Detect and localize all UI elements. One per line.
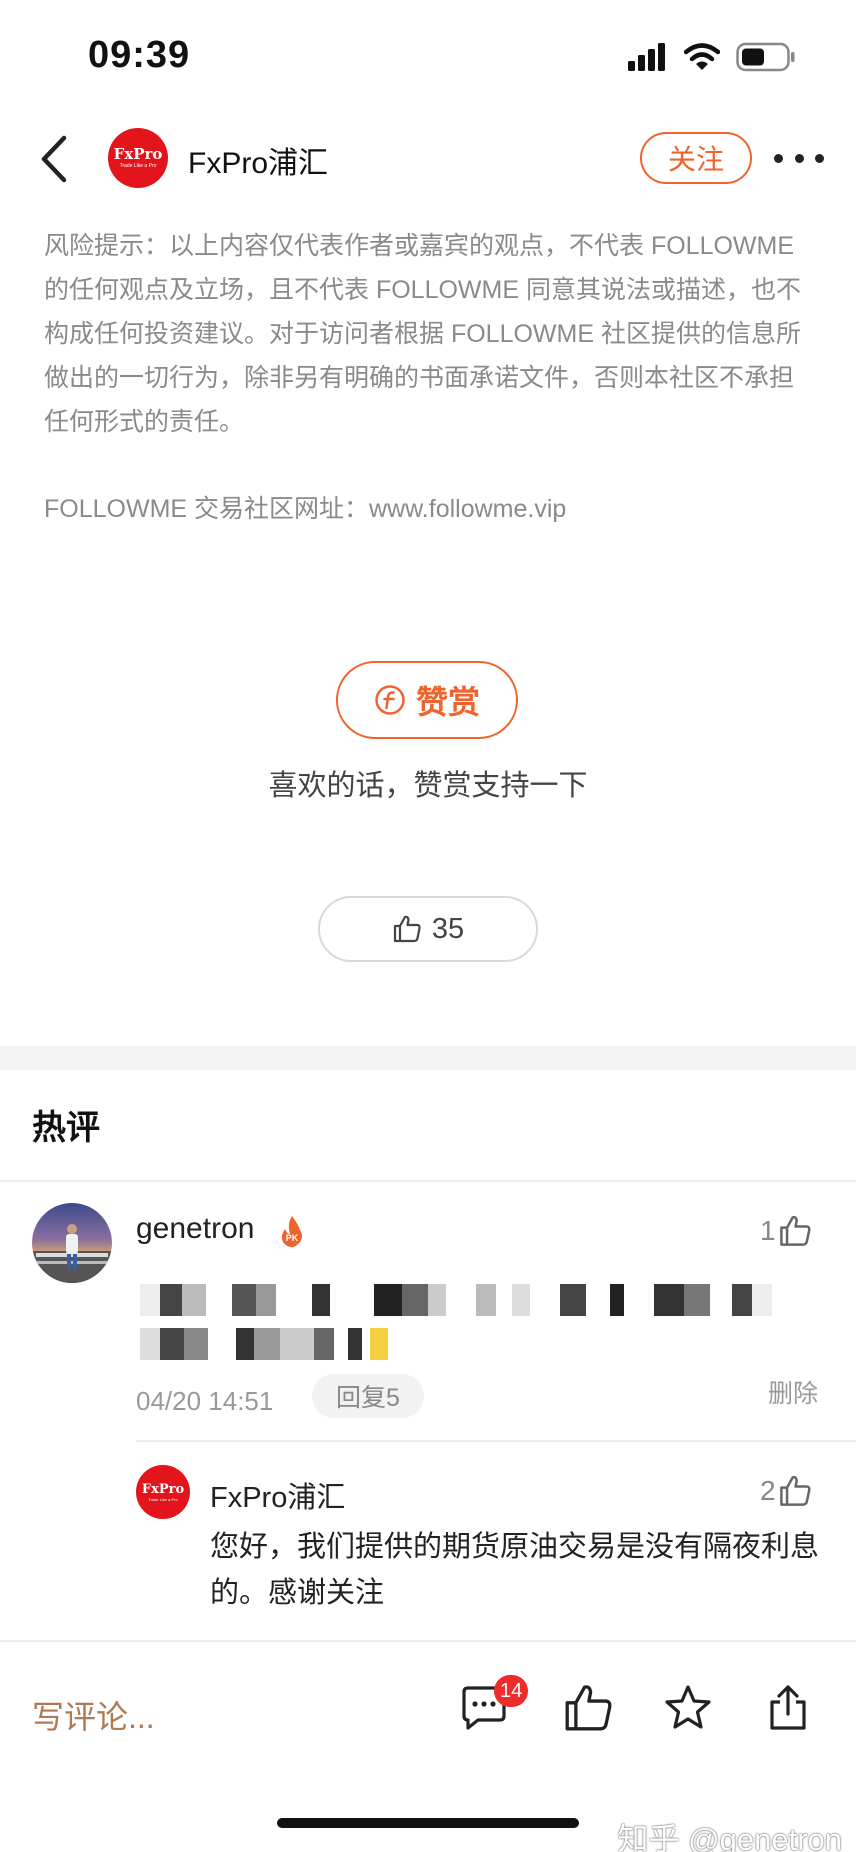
- back-button[interactable]: [36, 134, 76, 184]
- delete-button[interactable]: 删除: [768, 1374, 818, 1410]
- share-icon[interactable]: [762, 1682, 814, 1734]
- status-time: 09:39: [88, 34, 191, 76]
- reward-button[interactable]: 赞赏: [336, 661, 518, 739]
- reward-label: 赞赏: [415, 684, 480, 720]
- svg-text:PK: PK: [286, 1233, 299, 1243]
- comment-like-count: 1: [760, 1215, 776, 1246]
- more-icon: [774, 153, 783, 163]
- bottom-action-bar: 写评论... 14: [0, 1640, 856, 1780]
- author-logo-tagline: Trade Like a Pro: [119, 163, 157, 169]
- author-avatar[interactable]: FxPro Trade Like a Pro: [108, 128, 168, 188]
- thread-divider: [136, 1440, 856, 1442]
- commenter-name[interactable]: genetron: [136, 1212, 254, 1246]
- thumb-up-icon: [393, 915, 421, 943]
- hot-comments-title: 热评: [32, 1109, 100, 1147]
- comment-text-pixelated: [140, 1284, 772, 1316]
- article-like-button[interactable]: 35: [318, 896, 538, 962]
- status-icons: [628, 40, 796, 74]
- article-like-count: 35: [431, 912, 465, 945]
- thumb-up-icon: [779, 1475, 811, 1506]
- comment-count-badge: 14: [494, 1675, 529, 1707]
- author-logo: FxPro: [113, 145, 163, 163]
- reply-like-button[interactable]: 2: [760, 1474, 812, 1508]
- star-icon[interactable]: [662, 1682, 714, 1734]
- reply-text: 您好，我们提供的期货原油交易是没有隔夜利息的。感谢关注: [210, 1531, 820, 1609]
- section-line: [0, 1180, 856, 1182]
- comment-like-button[interactable]: 1: [760, 1214, 812, 1248]
- nav-bar: FxPro Trade Like a Pro FxPro浦汇 关注: [0, 118, 856, 198]
- commenter-avatar[interactable]: [32, 1203, 112, 1283]
- follow-button[interactable]: 关注: [640, 132, 752, 184]
- author-name[interactable]: FxPro浦汇: [188, 138, 328, 182]
- thumb-up-icon[interactable]: [562, 1682, 614, 1734]
- pk-flame-badge-icon: PK: [281, 1216, 302, 1247]
- write-comment-input[interactable]: 写评论...: [32, 1692, 155, 1738]
- reward-caption: 喜欢的话，赞赏支持一下: [268, 770, 588, 802]
- home-indicator: [277, 1818, 579, 1828]
- section-divider: [0, 1046, 856, 1070]
- reply-author-logo-tagline: Trade Like a Pro: [148, 1496, 178, 1502]
- reply-author-name[interactable]: FxPro浦汇: [210, 1474, 345, 1516]
- reply-like-count: 2: [760, 1475, 776, 1506]
- coin-icon: [375, 685, 405, 715]
- site-url-line: FOLLOWME 交易社区网址：www.followme.vip: [44, 495, 567, 523]
- more-button[interactable]: [774, 138, 824, 178]
- comment-text-pixelated-2: [140, 1328, 388, 1360]
- battery-icon: [736, 42, 795, 72]
- reply-author-avatar[interactable]: FxPro Trade Like a Pro: [136, 1465, 190, 1519]
- reply-button[interactable]: 回复5: [312, 1374, 424, 1418]
- status-bar: 09:39: [0, 0, 856, 110]
- risk-disclaimer: 风险提示：以上内容仅代表作者或嘉宾的观点，不代表 FOLLOWME 的任何观点及…: [44, 232, 801, 436]
- reply-author-logo: FxPro: [141, 1481, 185, 1497]
- wifi-icon: [684, 43, 720, 70]
- comment-time: 04/20 14:51: [136, 1386, 274, 1416]
- signal-icon: [628, 43, 665, 71]
- watermark: 知乎 @genetron: [617, 1822, 842, 1852]
- thumb-up-icon: [779, 1215, 811, 1246]
- back-arrow-icon: [41, 135, 67, 183]
